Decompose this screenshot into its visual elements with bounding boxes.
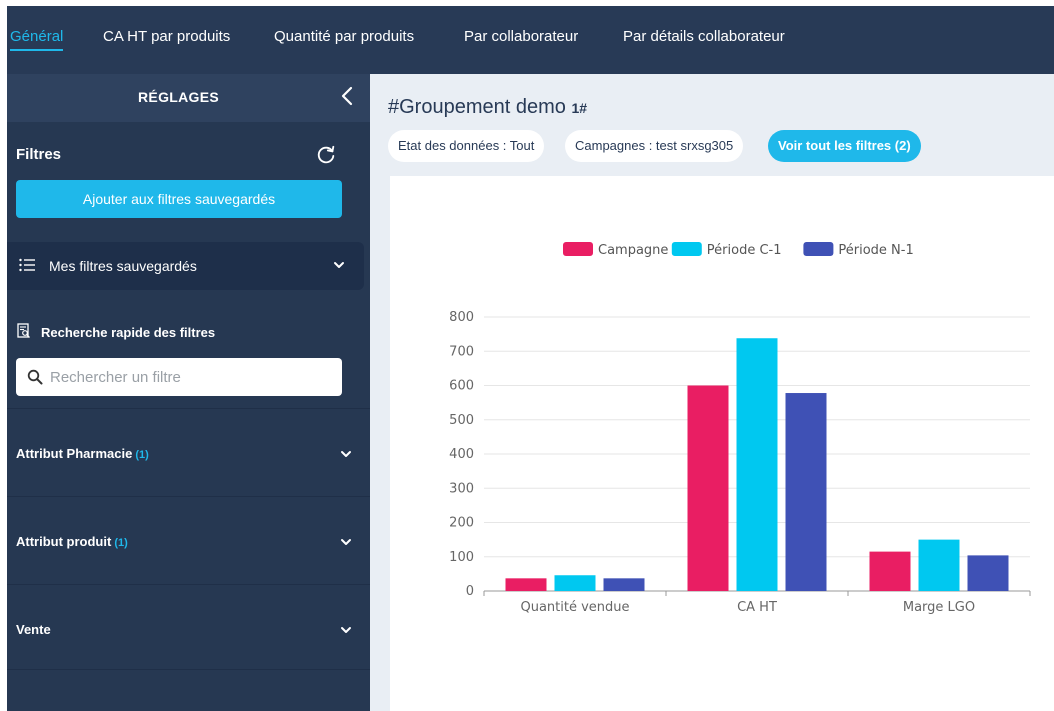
filters-label: Filtres — [16, 146, 62, 163]
bar — [603, 578, 645, 591]
accordion-attribut-pharmacie[interactable]: Attribut Pharmacie (1) — [7, 408, 370, 494]
accordion-label: Attribut produit (1) — [16, 534, 128, 549]
filter-count-badge: (1) — [135, 449, 149, 461]
page-title-text: #Groupement demo — [388, 96, 566, 118]
bar — [687, 385, 729, 591]
filter-search-box[interactable] — [16, 358, 342, 396]
tab-quantite-par-produits[interactable]: Quantité par produits — [274, 28, 414, 45]
sidebar-title: RÉGLAGES — [138, 89, 219, 105]
legend-swatch — [671, 242, 702, 256]
legend-label: Période C-1 — [707, 243, 782, 258]
sidebar-header: RÉGLAGES — [7, 74, 370, 122]
tab-par-details-collaborateur[interactable]: Par détails collaborateur — [623, 28, 785, 45]
y-tick-label: 600 — [449, 379, 474, 394]
chip-data-state[interactable]: Etat des données : Tout — [388, 130, 545, 162]
y-tick-label: 800 — [449, 310, 474, 325]
page-title-suffix: 1# — [571, 100, 588, 116]
chevron-down-icon — [341, 539, 351, 545]
section-title: Attribut produit — [16, 534, 112, 549]
legend-label: Période N-1 — [838, 243, 913, 258]
bar — [505, 578, 547, 591]
filter-count-badge: (1) — [114, 537, 128, 549]
y-tick-label: 400 — [449, 447, 474, 462]
list-icon — [19, 258, 35, 272]
y-tick-label: 0 — [466, 584, 474, 599]
y-tick-label: 100 — [449, 550, 474, 565]
y-tick-label: 700 — [449, 344, 474, 359]
accordion-vente[interactable]: Vente — [7, 584, 370, 670]
legend-label: Campagne — [598, 243, 668, 258]
refresh-icon[interactable] — [315, 144, 337, 166]
chevron-left-icon[interactable] — [336, 84, 360, 108]
tab-general[interactable]: Général — [10, 28, 64, 51]
search-icon — [27, 369, 43, 385]
chevron-down-icon — [334, 262, 344, 268]
sidebar: RÉGLAGES Filtres Ajouter aux filtres sau… — [7, 74, 370, 711]
tab-ca-ht-par-produits[interactable]: CA HT par produits — [103, 28, 230, 45]
chevron-down-icon — [341, 627, 351, 633]
x-tick-label: Marge LGO — [903, 600, 975, 615]
bar — [785, 393, 827, 591]
y-tick-label: 200 — [449, 516, 474, 531]
bar — [554, 575, 596, 591]
add-to-saved-filters-button[interactable]: Ajouter aux filtres sauvegardés — [16, 180, 342, 218]
chip-campaigns[interactable]: Campagnes : test srxsg305 — [565, 130, 744, 162]
bar-chart: 0 100 200 300 400 500 600 700 800 Quantité vendue… — [449, 242, 1031, 615]
bar — [736, 338, 778, 591]
section-title: Attribut Pharmacie — [16, 446, 133, 461]
x-tick-label: Quantité vendue — [520, 600, 629, 615]
app-frame: Général CA HT par produits Quantité par … — [7, 6, 1054, 711]
bar — [967, 555, 1009, 591]
tab-par-collaborateur[interactable]: Par collaborateur — [464, 28, 578, 45]
y-tick-label: 500 — [449, 413, 474, 428]
chevron-down-icon — [341, 451, 351, 457]
bar — [918, 539, 960, 591]
saved-filters-toggle[interactable]: Mes filtres sauvegardés — [7, 242, 364, 290]
search-input[interactable] — [50, 358, 330, 396]
document-search-icon — [17, 323, 30, 338]
y-tick-label: 300 — [449, 481, 474, 496]
chart-card: 0 100 200 300 400 500 600 700 800 Quantité vendue… — [390, 176, 1054, 711]
legend-swatch — [803, 242, 834, 256]
bar — [869, 551, 911, 591]
view-all-filters-button[interactable]: Voir tout les filtres (2) — [768, 130, 921, 162]
x-tick-label: CA HT — [737, 600, 777, 615]
page-title: #Groupement demo 1# — [388, 96, 587, 119]
saved-filters-label: Mes filtres sauvegardés — [49, 258, 197, 274]
quick-search-label: Recherche rapide des filtres — [41, 325, 216, 340]
accordion-attribut-produit[interactable]: Attribut produit (1) — [7, 496, 370, 582]
section-title: Vente — [16, 622, 51, 637]
accordion-label: Vente — [16, 622, 51, 637]
top-navigation: Général CA HT par produits Quantité par … — [7, 6, 1054, 74]
accordion-label: Attribut Pharmacie (1) — [16, 446, 149, 461]
legend-swatch — [563, 242, 593, 256]
